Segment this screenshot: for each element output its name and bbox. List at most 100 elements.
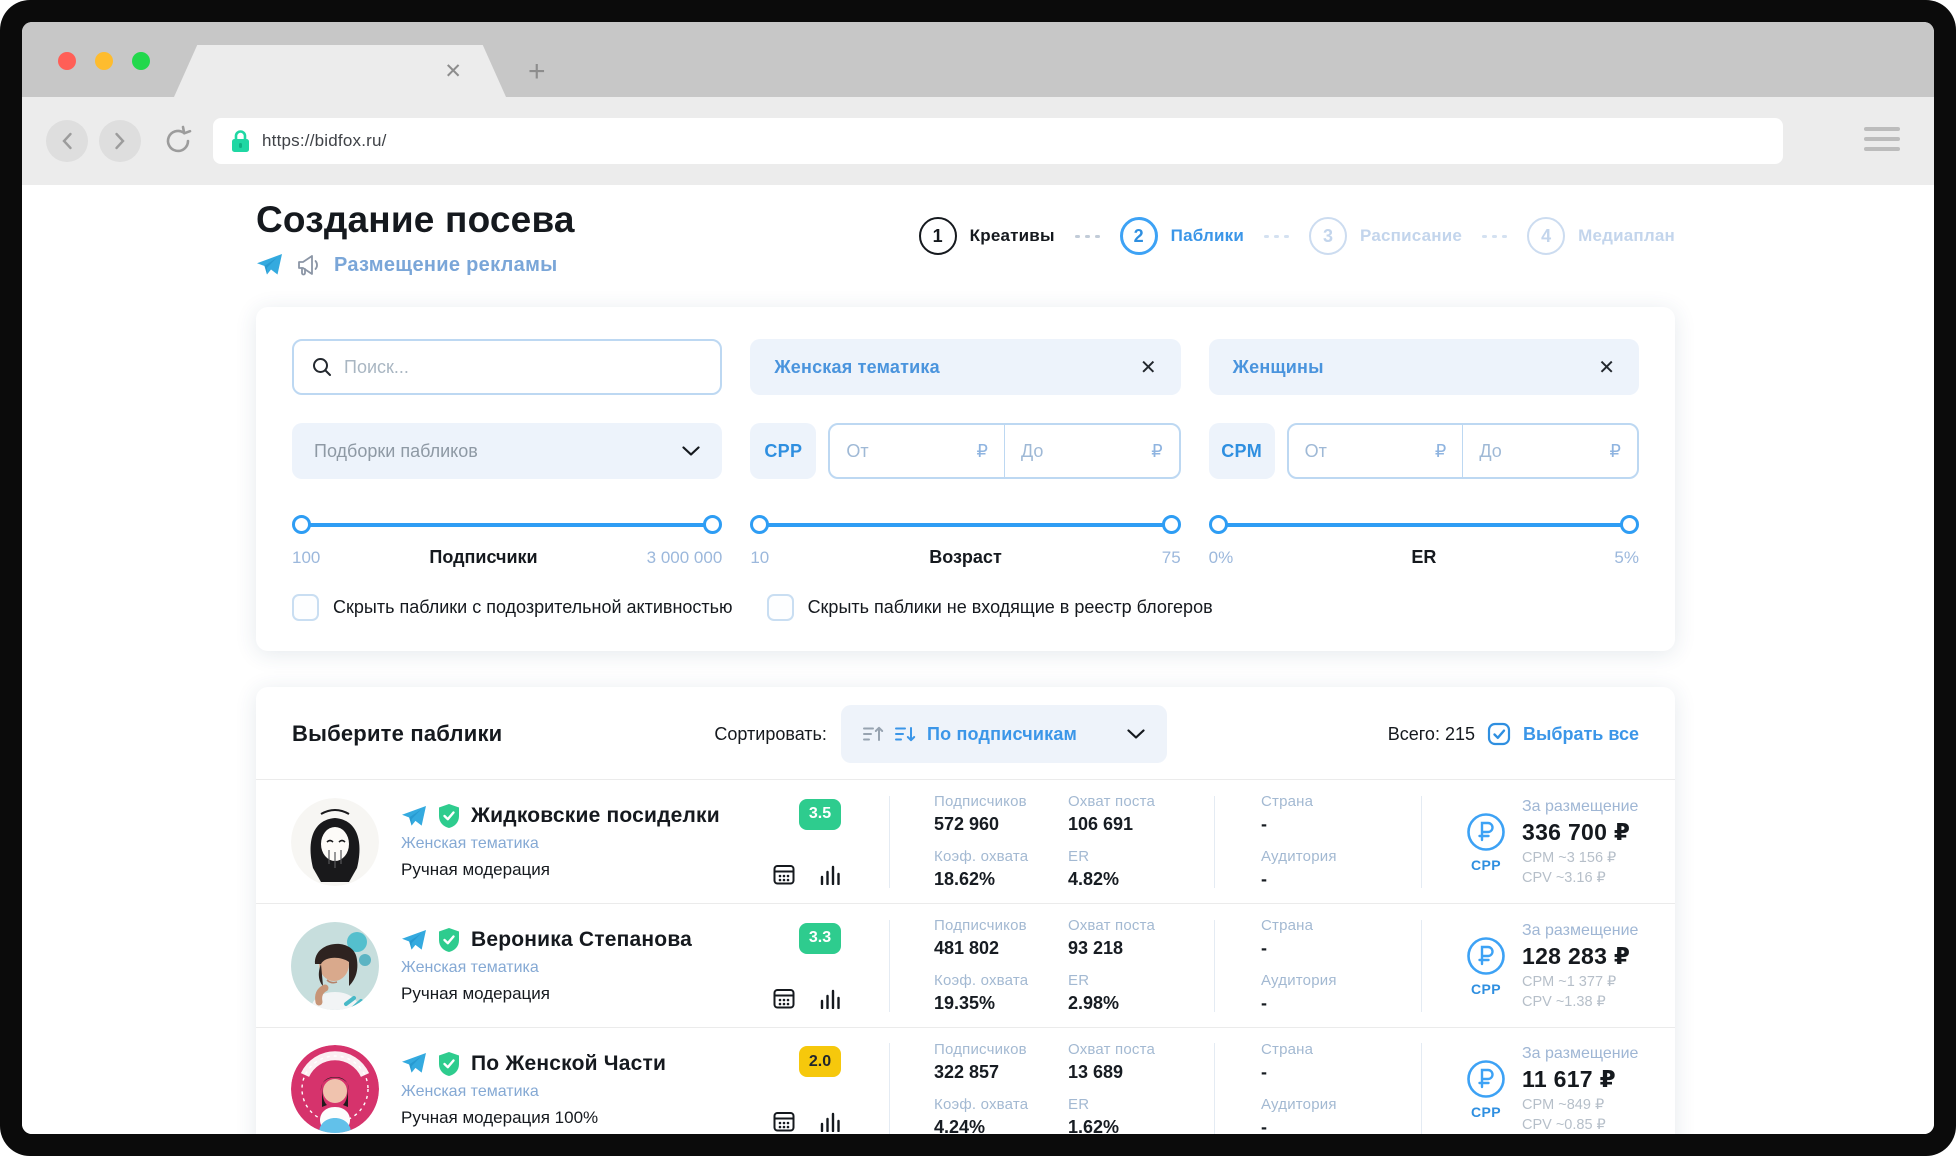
checkbox-label: Скрыть паблики не входящие в реестр блог… <box>808 597 1213 618</box>
price-zone: CPP За размещение 11 617 ₽ CPM ~849 ₽ CP… <box>1466 1045 1638 1133</box>
new-tab-button[interactable]: + <box>528 55 546 89</box>
stats-chart-icon[interactable] <box>819 1110 841 1132</box>
cpp-label: CPP <box>1471 857 1501 873</box>
cpp-to-field[interactable]: ₽ <box>1004 425 1179 477</box>
calendar-icon[interactable] <box>773 1110 795 1132</box>
public-row[interactable]: Вероника Степанова Женская тематика Ручн… <box>256 903 1675 1027</box>
maximize-window-button[interactable] <box>132 52 150 70</box>
public-name[interactable]: Жидковские посиделки <box>471 804 720 828</box>
price-zone: CPP За размещение 128 283 ₽ CPM ~1 377 ₽… <box>1466 922 1638 1010</box>
browser-tab[interactable]: ✕ <box>174 45 506 97</box>
calendar-icon[interactable] <box>773 987 795 1009</box>
public-name[interactable]: По Женской Части <box>471 1052 666 1076</box>
stat-country: Страна - <box>1261 793 1421 835</box>
public-category: Женская тематика <box>401 835 741 853</box>
stat-er: ER 2.98% <box>1068 972 1214 1014</box>
cpm-to-input[interactable] <box>1479 441 1603 462</box>
slider-track[interactable] <box>294 515 720 534</box>
public-row[interactable]: По Женской Части Женская тематика Ручная… <box>256 1027 1675 1134</box>
public-row[interactable]: Жидковские посиделки Женская тематика Ру… <box>256 779 1675 903</box>
cpp-from-input[interactable] <box>846 441 970 462</box>
page-header: Создание посева Размещение рекламы <box>256 199 1675 277</box>
chevron-down-icon <box>1127 729 1145 739</box>
url-bar[interactable]: https://bidfox.ru/ <box>213 118 1783 164</box>
cpm-from-input[interactable] <box>1305 441 1429 462</box>
ruble-sign: ₽ <box>1610 441 1621 462</box>
search-input[interactable] <box>344 357 702 378</box>
step-schedule[interactable]: 3 Расписание <box>1309 217 1462 255</box>
menu-button[interactable] <box>1864 127 1900 151</box>
cpm-from-field[interactable]: ₽ <box>1289 425 1463 477</box>
back-button[interactable] <box>46 120 88 162</box>
stats-chart-icon[interactable] <box>819 863 841 885</box>
step-creatives[interactable]: 1 Креативы <box>919 217 1055 255</box>
hide-unregistered-checkbox-row[interactable]: Скрыть паблики не входящие в реестр блог… <box>767 594 1213 621</box>
sort-dropdown[interactable]: По подписчикам <box>841 705 1167 763</box>
browser-titlebar: ✕ + <box>22 22 1934 97</box>
theme-filter-chip[interactable]: Женская тематика ✕ <box>750 339 1180 395</box>
device-frame: ✕ + https://bidfox.ru/ <box>0 0 1956 1156</box>
step-mediaplan[interactable]: 4 Медиаплан <box>1527 217 1675 255</box>
hide-suspicious-checkbox-row[interactable]: Скрыть паблики с подозрительной активнос… <box>292 594 733 621</box>
placement-label: За размещение <box>1522 1045 1638 1063</box>
cpp-from-field[interactable]: ₽ <box>830 425 1004 477</box>
filters-checkboxes: Скрыть паблики с подозрительной активнос… <box>292 594 1639 621</box>
step-label: Паблики <box>1171 226 1244 246</box>
slider-labels: 10 Возраст 75 <box>750 547 1180 568</box>
calendar-icon[interactable] <box>773 863 795 885</box>
public-stats: Подписчиков 572 960 Коэф. охвата 18.62% … <box>934 793 1214 890</box>
filters-row-2: Подборки пабликов CPP ₽ ₽ <box>292 423 1639 479</box>
price-block: За размещение 11 617 ₽ CPM ~849 ₽ CPV ~0… <box>1522 1045 1638 1133</box>
public-name[interactable]: Вероника Степанова <box>471 928 692 952</box>
search-box[interactable] <box>292 339 722 395</box>
step-label: Креативы <box>970 226 1055 246</box>
placement-price: 128 283 ₽ <box>1522 943 1638 970</box>
refresh-button[interactable] <box>157 120 199 162</box>
stat-country: Страна - <box>1261 1041 1421 1083</box>
tab-close-icon[interactable]: ✕ <box>444 61 462 82</box>
slider-labels: 100 Подписчики 3 000 000 <box>292 547 722 568</box>
subtitle-row: Размещение рекламы <box>256 253 575 277</box>
stat-subscribers: Подписчиков 481 802 <box>934 917 1068 959</box>
cpm-tag: CPM <box>1209 423 1275 479</box>
slider-handle-min[interactable] <box>292 515 311 534</box>
slider-handle-min[interactable] <box>750 515 769 534</box>
slider-min-value: 100 <box>292 548 320 568</box>
slider-track[interactable] <box>1211 515 1637 534</box>
cpm-to-field[interactable]: ₽ <box>1462 425 1637 477</box>
audience-filter-chip[interactable]: Женщины ✕ <box>1209 339 1639 395</box>
slider-handle-min[interactable] <box>1209 515 1228 534</box>
step-publics[interactable]: 2 Паблики <box>1120 217 1244 255</box>
placement-price: 11 617 ₽ <box>1522 1066 1638 1093</box>
page-content: Создание посева Размещение рекламы <box>22 185 1934 1134</box>
close-icon[interactable]: ✕ <box>1598 355 1615 380</box>
publics-card: Выберите паблики Сортировать: По подписч… <box>256 687 1675 1134</box>
url-text: https://bidfox.ru/ <box>262 131 387 151</box>
stat-audience: Аудитория - <box>1261 972 1421 1014</box>
collections-dropdown[interactable]: Подборки пабликов <box>292 423 722 479</box>
stat-country: Страна - <box>1261 917 1421 959</box>
stats-chart-icon[interactable] <box>819 987 841 1009</box>
stat-audience: Аудитория - <box>1261 848 1421 890</box>
slider-track[interactable] <box>752 515 1178 534</box>
slider-max-value: 75 <box>1162 548 1181 568</box>
cpm-estimate: CPM ~3 156 ₽ <box>1522 850 1638 866</box>
slider-handle-max[interactable] <box>1620 515 1639 534</box>
select-all-button[interactable]: Выбрать все <box>1523 724 1639 745</box>
divider <box>1214 920 1215 1012</box>
minimize-window-button[interactable] <box>95 52 113 70</box>
refresh-icon <box>161 124 195 158</box>
slider-handle-max[interactable] <box>1162 515 1181 534</box>
slider-handle-max[interactable] <box>703 515 722 534</box>
step-number: 1 <box>919 217 957 255</box>
checkbox[interactable] <box>767 594 794 621</box>
avatar <box>291 922 379 1010</box>
close-window-button[interactable] <box>58 52 76 70</box>
forward-button[interactable] <box>99 120 141 162</box>
checkbox-checked-icon[interactable] <box>1487 722 1511 746</box>
cpv-estimate: CPV ~0.85 ₽ <box>1522 1117 1638 1133</box>
sort-desc-icon <box>895 724 916 744</box>
cpp-to-input[interactable] <box>1021 441 1145 462</box>
close-icon[interactable]: ✕ <box>1140 355 1157 380</box>
checkbox[interactable] <box>292 594 319 621</box>
